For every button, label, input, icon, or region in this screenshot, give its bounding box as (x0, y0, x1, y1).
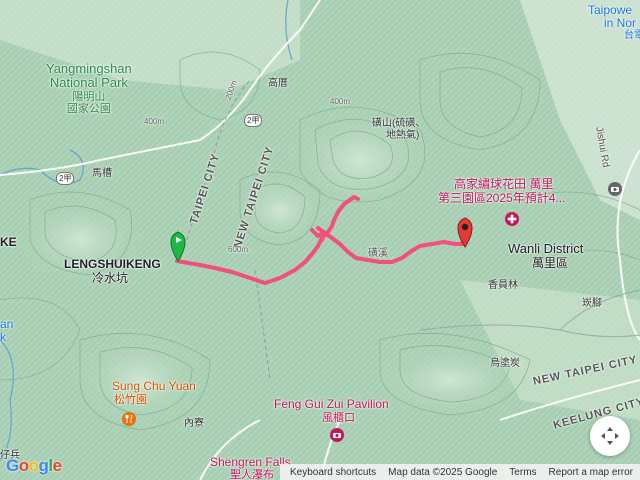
left-edge-label-1: KE (0, 235, 17, 249)
park-name-en-2: National Park (49, 75, 128, 91)
park-name-zh-2: 國家公園 (66, 102, 111, 115)
taipower-label-2: in Nor (604, 16, 637, 31)
flower-field-label-2[interactable]: 第三園區2025年預計4... (438, 191, 565, 205)
feng-gui-zui-label-zh: 風櫃口 (322, 412, 355, 424)
map-data-attribution: Map data ©2025 Google (388, 466, 498, 478)
fullscreen-icon (601, 427, 619, 445)
road-shield-2: 2甲 (56, 172, 75, 185)
route-segment-spur (310, 228, 326, 242)
route-segment-east (316, 226, 467, 264)
fullscreen-button[interactable] (590, 416, 630, 456)
huangshan-label-1: 磺山(硫磺、 (372, 118, 426, 129)
xiangyuanlin-label: 香員林 (488, 280, 518, 291)
terms-link[interactable]: Terms (509, 467, 536, 478)
flower-field-label-1[interactable]: 高家繡球花田 萬里 (454, 177, 553, 191)
altitude-400-top: 400m (330, 97, 351, 106)
neiliao-label: 內寮 (184, 418, 204, 429)
altitude-400-left: 400m (144, 117, 165, 126)
google-logo: Google (6, 456, 62, 475)
road-shield-2jia: 2甲 (244, 114, 263, 127)
taipower-label-3: 台電 (624, 30, 640, 42)
restaurant-poi-icon[interactable] (122, 412, 136, 426)
map-footer: Keyboard shortcuts Map data ©2025 Google… (280, 464, 640, 480)
macao-label: 馬槽 (92, 168, 112, 179)
flower-poi-icon[interactable] (505, 212, 519, 226)
huangshan-label-2: 地熱氣) (386, 130, 420, 141)
end-pin-icon[interactable] (455, 216, 475, 248)
taipower-label[interactable]: Taipowe in Nor 台電 (588, 3, 640, 42)
camera-poi-icon[interactable] (330, 428, 344, 442)
sung-chu-yuan-label[interactable]: Sung Chu Yuan (112, 379, 196, 393)
tanjiao-label: 崁腳 (582, 298, 602, 309)
left-edge-label-3: k (0, 330, 6, 344)
start-flag-icon[interactable] (168, 230, 188, 262)
altitude-600: 600m (228, 245, 249, 254)
shengren-falls-label[interactable]: Shengren Falls (210, 455, 291, 469)
sung-chu-yuan-label-zh: 松竹園 (114, 394, 147, 406)
wanli-district-label-zh: 萬里區 (532, 256, 569, 270)
gaoluo-label: 高厝 (268, 78, 288, 89)
wutu-label: 烏塗炭 (490, 358, 520, 369)
map-canvas[interactable]: Yangmingshan National Park 陽明山 國家公園 TAIP… (0, 0, 640, 480)
park-label[interactable]: Yangmingshan National Park 陽明山 國家公園 (46, 61, 132, 115)
park-name-zh-1: 陽明山 (72, 90, 106, 103)
feng-gui-zui-label[interactable]: Feng Gui Zui Pavilion (274, 397, 389, 411)
wanli-district-label[interactable]: Wanli District (508, 241, 583, 256)
trail-stream-label: 磺溪 (368, 248, 388, 259)
keyboard-shortcuts-link[interactable]: Keyboard shortcuts (290, 467, 376, 478)
lengshuikeng-label[interactable]: LENGSHUIKENG (64, 257, 161, 271)
report-map-error-link[interactable]: Report a map error (549, 467, 633, 478)
lengshuikeng-label-zh: 冷水坑 (92, 271, 129, 285)
camera-poi-icon[interactable] (608, 182, 622, 196)
park-name-en-1: Yangmingshan (46, 61, 132, 76)
shengren-falls-label-zh: 聖人瀑布 (230, 469, 274, 480)
